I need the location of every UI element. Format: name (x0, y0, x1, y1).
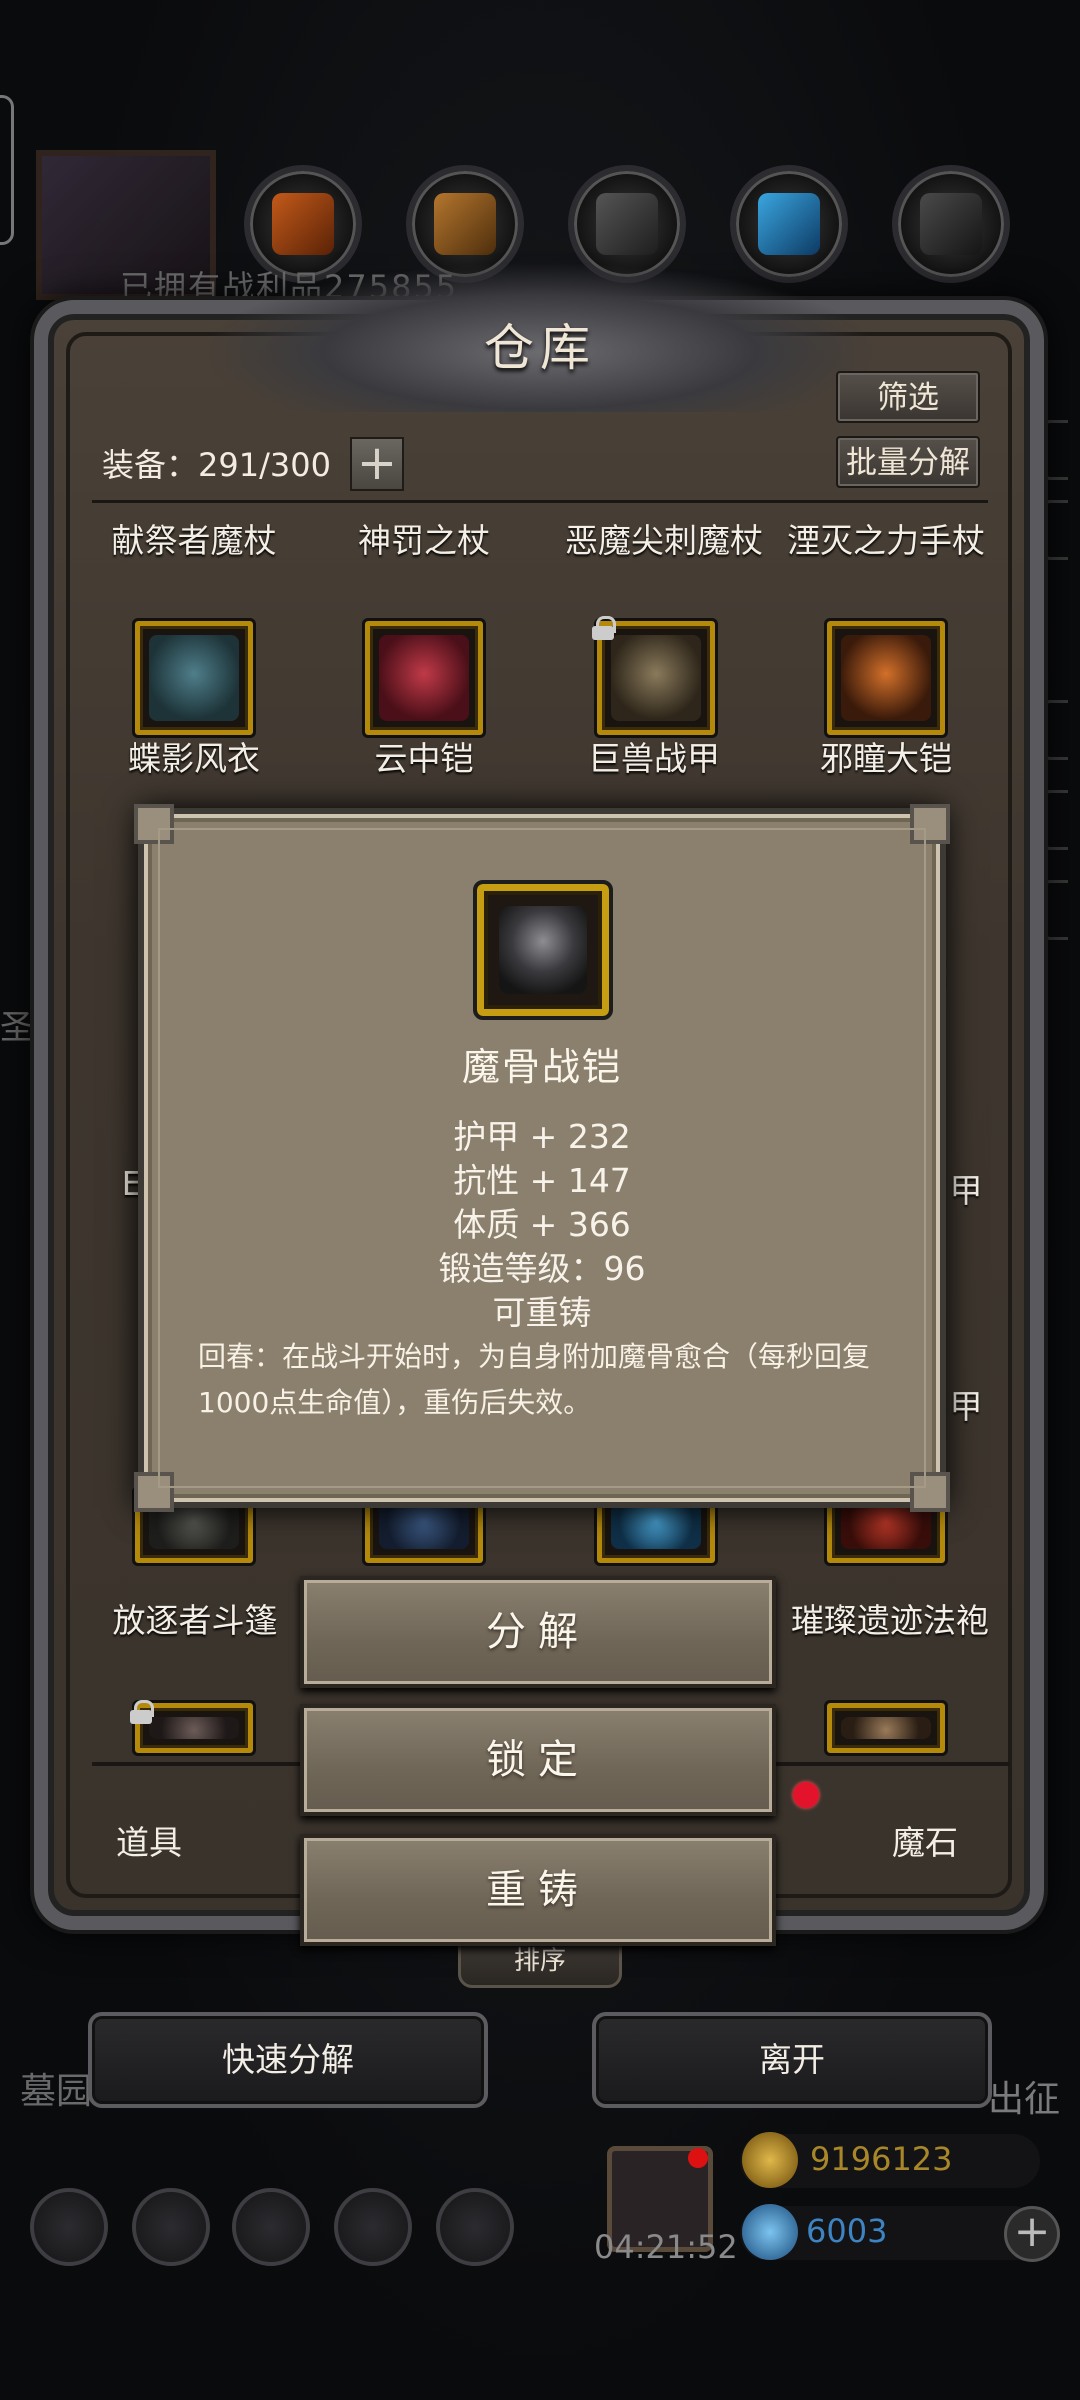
background-left-text: 圣 (0, 1008, 34, 1048)
stat-constitution: 体质 + 366 (453, 1205, 631, 1244)
gift-timer: 04:21:52 (594, 2228, 738, 2266)
settings-icon[interactable] (30, 2188, 108, 2266)
right-tab-3[interactable] (1042, 700, 1068, 760)
left-edge-tab[interactable] (0, 95, 14, 245)
mail-icon[interactable] (334, 2188, 412, 2266)
tooltip-item-name: 魔骨战铠 (461, 1045, 622, 1089)
equip-slot-5[interactable] (892, 165, 1010, 283)
bulk-decompose-button[interactable]: 批量分解 (836, 436, 980, 488)
item-name-row1-1[interactable]: 献祭者魔杖 (84, 514, 304, 562)
item-name-row2-4[interactable]: 邪瞳大铠 (776, 732, 996, 780)
tab-items[interactable]: 道具 (116, 1816, 182, 1864)
right-tab-1[interactable] (1042, 420, 1068, 480)
bone-armor-icon (473, 880, 613, 1020)
notification-dot (793, 1782, 819, 1808)
item-name-row1-4[interactable]: 湮灭之力手杖 (776, 514, 996, 562)
gate-icon[interactable] (232, 2188, 310, 2266)
reforge-button[interactable]: 重铸 (300, 1834, 776, 1946)
lock-icon (130, 1700, 154, 1724)
add-currency-button[interactable]: + (1004, 2206, 1060, 2262)
header-divider (92, 500, 988, 503)
cloak-icon[interactable] (132, 618, 256, 738)
chest-icon[interactable] (436, 2188, 514, 2266)
item-name-row6-1[interactable]: 放逐者斗篷 (90, 1594, 300, 1642)
item-name-row2-2[interactable]: 云中铠 (314, 732, 534, 780)
gem-icon (742, 2204, 798, 2260)
tooltip-corner (134, 804, 174, 844)
right-tab-2[interactable] (1042, 500, 1068, 560)
eye-armor-icon[interactable] (824, 618, 948, 738)
gold-coin-icon (742, 2132, 798, 2188)
star-icon[interactable] (132, 2188, 210, 2266)
equipment-count: 装备：291/300 (102, 446, 331, 484)
filter-button[interactable]: 筛选 (836, 371, 980, 423)
item-name-row6-4[interactable]: 璀璨遗迹法袍 (770, 1594, 1010, 1642)
tooltip-corner (910, 804, 950, 844)
quick-decompose-button[interactable]: 快速分解 (88, 2012, 488, 2108)
stat-forge-level: 锻造等级：96 (438, 1249, 646, 1288)
title-plate: 仓库 (390, 280, 690, 400)
tooltip-description: 回春：在战斗开始时，为自身附加魔骨愈合（每秒回复1000点生命值），重伤后失效。 (198, 1340, 871, 1419)
item-name-row2-3[interactable]: 巨兽战甲 (544, 732, 764, 780)
panel-title: 仓库 (484, 319, 596, 377)
decompose-button[interactable]: 分解 (300, 1576, 776, 1688)
background-expedition-text: 出征 (987, 2079, 1060, 2120)
lock-icon (592, 616, 616, 640)
plate-armor-icon[interactable] (824, 1700, 948, 1756)
item-name-row1-2[interactable]: 神罚之杖 (314, 514, 534, 562)
item-name-row2-1[interactable]: 蝶影风衣 (84, 732, 304, 780)
gift-notification-dot (688, 2148, 708, 2168)
leave-button[interactable]: 离开 (592, 2012, 992, 2108)
gem-amount: 6003 (806, 2212, 888, 2250)
tooltip-corner (910, 1472, 950, 1512)
expand-capacity-button[interactable]: + (350, 437, 404, 491)
stat-armor: 护甲 + 232 (453, 1117, 631, 1156)
item-tooltip: 魔骨战铠 护甲 + 232 抗性 + 147 体质 + 366 锻造等级：96 … (134, 804, 950, 1512)
gold-amount: 9196123 (810, 2140, 953, 2178)
red-armor-icon[interactable] (362, 618, 486, 738)
right-tab-4[interactable] (1042, 790, 1068, 850)
stat-reforgeable: 可重铸 (492, 1293, 592, 1332)
background-graveyard-text: 墓园 (20, 2071, 93, 2112)
lock-button[interactable]: 锁定 (300, 1704, 776, 1816)
tooltip-corner (134, 1472, 174, 1512)
tab-magic-stone[interactable]: 魔石 (892, 1816, 958, 1864)
stat-resistance: 抗性 + 147 (453, 1161, 631, 1200)
item-name-row1-3[interactable]: 恶魔尖刺魔杖 (544, 514, 784, 562)
right-tab-5[interactable] (1042, 880, 1068, 940)
